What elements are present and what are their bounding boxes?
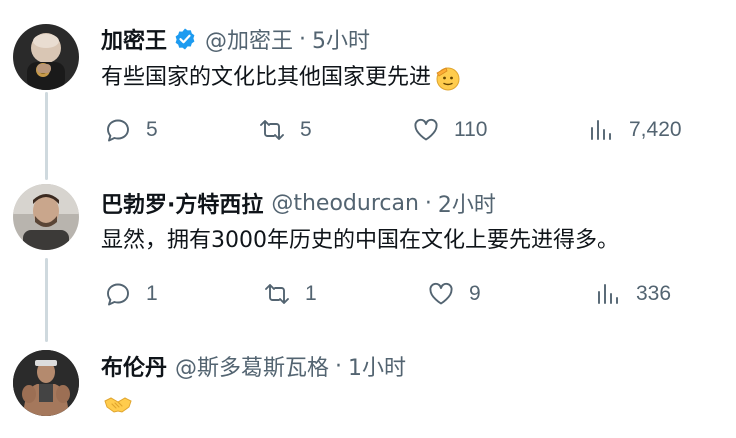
avatar[interactable] xyxy=(13,350,79,416)
tweet[interactable]: 巴勃罗·方特西拉 @theodurcan · 2小时 显然，拥有3000年历史的… xyxy=(0,170,736,340)
user-handle[interactable]: @加密王 xyxy=(205,23,293,55)
reply-count: 5 xyxy=(146,118,158,141)
like-count: 9 xyxy=(469,282,481,305)
timestamp[interactable]: 2小时 xyxy=(438,187,496,219)
retweet-button[interactable]: 5 xyxy=(258,115,312,145)
analytics-bar-icon xyxy=(598,284,618,304)
tweet-header: 巴勃罗·方特西拉 @theodurcan · 2小时 xyxy=(101,186,496,220)
retweet-count: 1 xyxy=(305,282,317,305)
reply-button[interactable]: 5 xyxy=(104,115,158,145)
avatar[interactable] xyxy=(13,184,79,250)
heart-icon xyxy=(429,282,453,305)
separator-dot: · xyxy=(299,26,307,52)
tweet[interactable]: 布伦丹 @斯多葛斯瓦格 · 1小时 xyxy=(0,340,736,438)
view-count: 336 xyxy=(636,282,672,305)
reply-button[interactable]: 1 xyxy=(104,279,158,309)
reply-count: 1 xyxy=(146,282,158,305)
display-name[interactable]: 加密王 xyxy=(101,23,167,55)
timestamp[interactable]: 1小时 xyxy=(348,350,406,382)
tweet-header: 布伦丹 @斯多葛斯瓦格 · 1小时 xyxy=(101,349,406,383)
like-count: 110 xyxy=(454,118,488,141)
tweet-header: 加密王 @加密王 · 5小时 xyxy=(101,22,370,56)
views-button[interactable]: 7,420 xyxy=(587,115,682,145)
display-name[interactable]: 布伦丹 xyxy=(101,350,167,382)
tweet-text-container: 显然，拥有3000年历史的中国在文化上要先进得多。 xyxy=(101,226,619,256)
timestamp[interactable]: 5小时 xyxy=(312,23,370,55)
tweet[interactable]: 加密王 @加密王 · 5小时 有些国家的文化比其他国家更先进 5 5 110 7… xyxy=(0,0,736,170)
tweet-text: 显然，拥有3000年历史的中国在文化上要先进得多。 xyxy=(101,228,619,253)
heart-icon xyxy=(414,118,438,141)
user-handle[interactable]: @斯多葛斯瓦格 xyxy=(175,350,329,382)
like-button[interactable]: 9 xyxy=(427,279,481,309)
separator-dot: · xyxy=(335,353,343,379)
retweet-button[interactable]: 1 xyxy=(263,279,317,309)
verified-badge-icon xyxy=(173,27,197,51)
reply-icon xyxy=(107,283,129,306)
tweet-text: 有些国家的文化比其他国家更先进 xyxy=(101,65,432,90)
retweet-icon xyxy=(260,120,284,140)
reply-icon xyxy=(107,119,129,142)
views-button[interactable]: 336 xyxy=(594,279,671,309)
tweet-text-container: 有些国家的文化比其他国家更先进 xyxy=(101,63,461,93)
view-count: 7,420 xyxy=(629,118,682,141)
user-handle[interactable]: @theodurcan xyxy=(271,191,419,216)
handshake-emoji xyxy=(103,390,133,418)
retweet-icon xyxy=(265,284,289,304)
tweet-text-container xyxy=(101,390,133,418)
avatar[interactable] xyxy=(13,24,79,90)
display-name[interactable]: 巴勃罗·方特西拉 xyxy=(101,187,263,219)
saluting-face-emoji xyxy=(433,64,461,92)
like-button[interactable]: 110 xyxy=(412,115,487,145)
separator-dot: · xyxy=(424,190,432,216)
analytics-bar-icon xyxy=(591,120,611,140)
retweet-count: 5 xyxy=(300,118,312,141)
